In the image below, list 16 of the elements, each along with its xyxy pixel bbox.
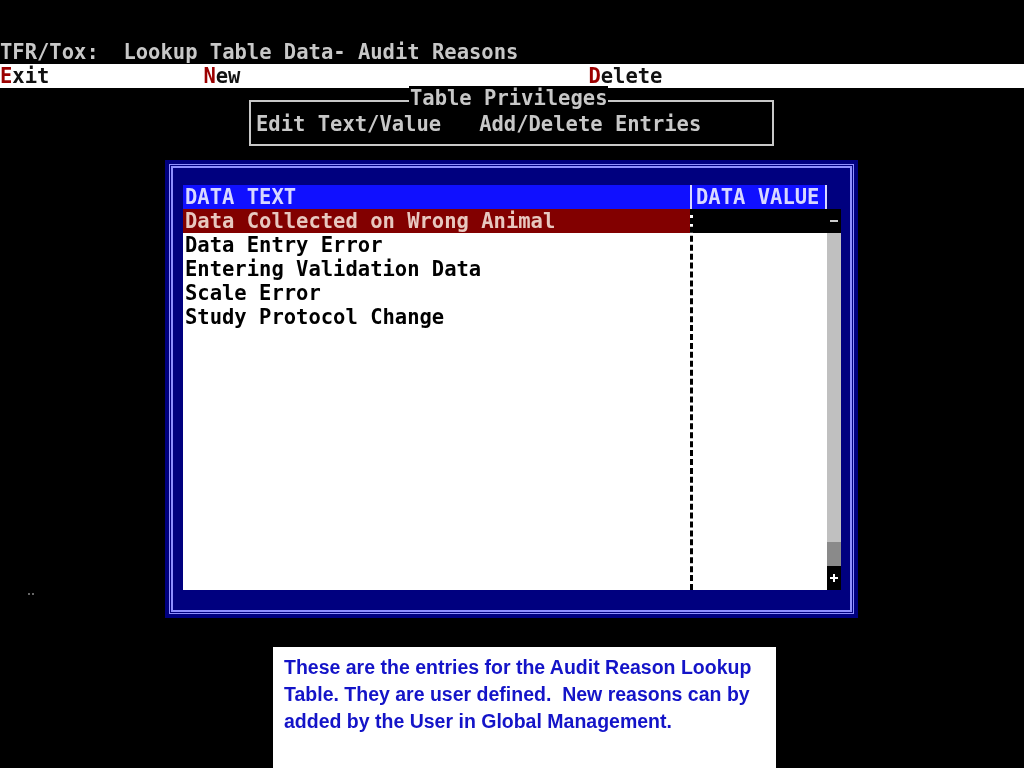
scroll-thumb[interactable] — [827, 542, 841, 566]
column-header: DATA TEXT — [184, 185, 298, 209]
table-row[interactable]: Data Entry Error — [183, 233, 690, 257]
value-cell[interactable] — [693, 209, 827, 233]
menu-item[interactable]: Delete — [588, 64, 663, 88]
menu-item[interactable]: New — [203, 64, 241, 88]
privilege-label: Add/Delete Entries — [479, 112, 702, 136]
table-row[interactable]: Study Protocol Change — [183, 305, 690, 329]
table-row[interactable]: Data Collected on Wrong Animal — [183, 209, 690, 233]
table-row[interactable]: Scale Error — [183, 281, 690, 305]
privileges-title: Table Privileges — [409, 86, 609, 110]
menu-item[interactable]: Exit — [0, 64, 50, 88]
screen-title: TFR/Tox: Lookup Table Data- Audit Reasons — [0, 40, 520, 64]
callout-note: These are the entries for the Audit Reason Lookup Table. They are user defined. New reasons can by added by the User in Global Management. — [273, 647, 776, 768]
table-row[interactable]: Entering Validation Data — [183, 257, 690, 281]
privilege-label: Edit Text/Value — [256, 112, 442, 136]
